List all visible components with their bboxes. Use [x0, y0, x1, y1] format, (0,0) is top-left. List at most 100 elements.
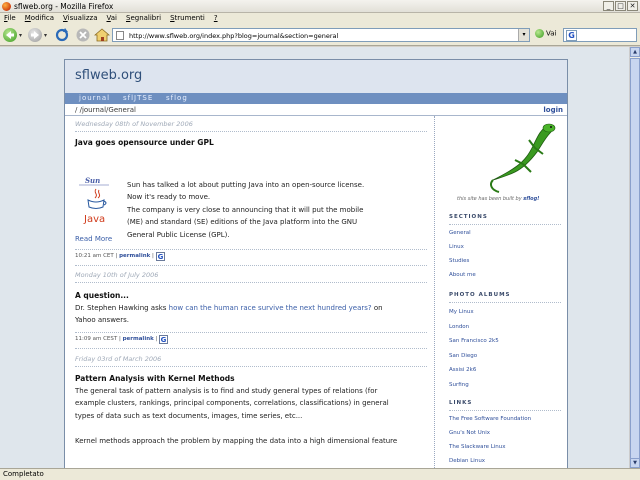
- divider: [449, 410, 561, 411]
- forward-history-dropdown[interactable]: ▾: [44, 32, 50, 39]
- post-line: example clusters, rankings, principal co…: [75, 399, 389, 408]
- post-line: (ME) and standard (SE) editions of the J…: [127, 218, 358, 227]
- scroll-up-button[interactable]: ▲: [630, 47, 640, 57]
- read-more-link[interactable]: Read More: [75, 235, 112, 243]
- post-text: Dr. Stephen Hawking asks: [75, 304, 169, 312]
- close-button[interactable]: ✕: [627, 1, 638, 11]
- post-time: 10:21 am CET: [75, 253, 114, 259]
- sidebar-album-link[interactable]: Assisi 2k6: [449, 367, 476, 373]
- back-arrow-icon: [3, 28, 17, 42]
- blog-page: sflweb.org journal sflJTSE sflog / /jour…: [64, 59, 568, 468]
- post-date: Wednesday 08th of November 2006: [75, 120, 193, 128]
- sidebar-section-link[interactable]: Studies: [449, 258, 469, 264]
- post-line: types of data such as text documents, im…: [75, 411, 303, 420]
- site-nav: journal sflJTSE sflog: [65, 93, 567, 104]
- post-body: Dr. Stephen Hawking asks how can the hum…: [75, 302, 383, 327]
- permalink-link[interactable]: permalink: [123, 336, 154, 342]
- home-icon: [93, 28, 111, 42]
- address-dropdown[interactable]: ▾: [518, 29, 529, 41]
- stop-button[interactable]: [75, 27, 91, 43]
- google-search-icon: G: [566, 30, 577, 41]
- vertical-scrollbar[interactable]: ▲ ▼: [629, 47, 640, 468]
- sidebar-section-link[interactable]: About me: [449, 272, 476, 278]
- sidebar: this site has been built by sflog! SECTI…: [434, 116, 567, 468]
- menu-item[interactable]: File: [4, 13, 16, 24]
- page-viewport: sflweb.org journal sflJTSE sflog / /jour…: [0, 47, 629, 468]
- post-title[interactable]: Java goes opensource under GPL: [75, 138, 214, 147]
- address-bar[interactable]: http://www.sflweb.org/index.php?blog=jou…: [112, 28, 530, 42]
- menu-bar: File Modifica Visualizza Vai Segnalibri Strum…: [0, 13, 640, 24]
- sidebar-album-link[interactable]: San Francisco 2k5: [449, 338, 499, 344]
- go-label: Vai: [546, 29, 557, 38]
- sidebar-album-link[interactable]: London: [449, 324, 469, 330]
- address-url: http://www.sflweb.org/index.php?blog=jou…: [129, 32, 339, 40]
- menu-item[interactable]: Segnalibri: [126, 13, 161, 24]
- java-logo-text: Java: [83, 214, 105, 225]
- scroll-down-button[interactable]: ▼: [630, 458, 640, 468]
- sidebar-section-link[interactable]: General: [449, 230, 471, 236]
- post-line: Dr. Stephen Hawking asks how can the hum…: [75, 302, 383, 314]
- sun-logo-text: Sun: [85, 177, 100, 185]
- sidebar-external-link[interactable]: Gnu's Not Unix: [449, 430, 490, 436]
- sidebar-album-link[interactable]: San Diego: [449, 353, 477, 359]
- menu-label: ai: [110, 14, 117, 22]
- sidebar-external-link[interactable]: The Free Software Foundation: [449, 416, 531, 422]
- post-title[interactable]: A question...: [75, 291, 129, 300]
- divider: [449, 224, 561, 225]
- menu-label: isualizza: [67, 14, 98, 22]
- menu-item[interactable]: Visualizza: [63, 13, 98, 24]
- hawking-question-link[interactable]: how can the human race survive the next …: [169, 304, 372, 312]
- home-button[interactable]: [93, 27, 111, 43]
- back-button[interactable]: [3, 27, 19, 43]
- reload-button[interactable]: [54, 27, 70, 43]
- menu-item[interactable]: Vai: [107, 13, 117, 24]
- sflog-link[interactable]: sflog!: [523, 196, 539, 202]
- menu-label: trumenti: [174, 14, 205, 22]
- forward-button[interactable]: [28, 27, 44, 43]
- forward-arrow-icon: [28, 28, 42, 42]
- site-title[interactable]: sflweb.org: [75, 68, 142, 83]
- scroll-thumb[interactable]: [630, 58, 640, 463]
- google-icon[interactable]: G: [159, 335, 168, 344]
- sidebar-external-link[interactable]: The Slackware Linux: [449, 444, 506, 450]
- sidebar-external-link[interactable]: Debian Linux: [449, 458, 485, 464]
- post-line: Sun has talked a lot about putting Java …: [127, 181, 365, 189]
- post-line: Yahoo answers.: [75, 316, 129, 325]
- permalink-link[interactable]: permalink: [119, 253, 150, 259]
- google-icon[interactable]: G: [156, 252, 165, 261]
- menu-label: odifica: [30, 14, 54, 22]
- menu-item[interactable]: ?: [214, 13, 218, 24]
- photo-albums-heading: PHOTO ALBUMS: [449, 292, 511, 298]
- sections-heading: SECTIONS: [449, 214, 488, 220]
- tab-journal[interactable]: journal: [79, 94, 110, 102]
- stop-icon: [76, 28, 90, 42]
- sidebar-section-link[interactable]: Linux: [449, 244, 464, 250]
- menu-label: egnalibri: [130, 14, 162, 22]
- firefox-icon: [2, 2, 11, 11]
- menu-accesskey: ?: [213, 14, 218, 22]
- window-titlebar: sflweb.org - Mozilla Firefox _ □ ✕: [0, 0, 640, 13]
- tab-sflog[interactable]: sflog: [166, 94, 188, 102]
- post-line: Kernel methods approach the problem by m…: [75, 437, 398, 445]
- divider: [75, 249, 427, 250]
- search-input[interactable]: G: [563, 28, 637, 42]
- menu-item[interactable]: Modifica: [25, 13, 54, 24]
- minimize-button[interactable]: _: [603, 1, 614, 11]
- back-history-dropdown[interactable]: ▾: [19, 32, 25, 39]
- go-button[interactable]: Vai: [535, 29, 556, 38]
- tab-sfljtse[interactable]: sflJTSE: [123, 94, 153, 102]
- menu-item[interactable]: Strumenti: [170, 13, 205, 24]
- post-text: on: [371, 304, 383, 312]
- post-meta: 10:21 am CET | permalink |: [75, 253, 154, 259]
- window-title: sflweb.org - Mozilla Firefox: [14, 2, 114, 11]
- divider: [75, 348, 427, 349]
- sidebar-album-link[interactable]: My Linux: [449, 309, 474, 315]
- post-date: Friday 03rd of March 2006: [75, 355, 162, 363]
- post-title[interactable]: Pattern Analysis with Kernel Methods: [75, 374, 235, 383]
- sidebar-album-link[interactable]: Surfing: [449, 382, 469, 388]
- maximize-button[interactable]: □: [615, 1, 626, 11]
- login-link[interactable]: login: [543, 106, 563, 114]
- page-icon: [116, 31, 124, 40]
- divider: [449, 302, 561, 303]
- built-by-label: this site has been built by: [457, 196, 522, 202]
